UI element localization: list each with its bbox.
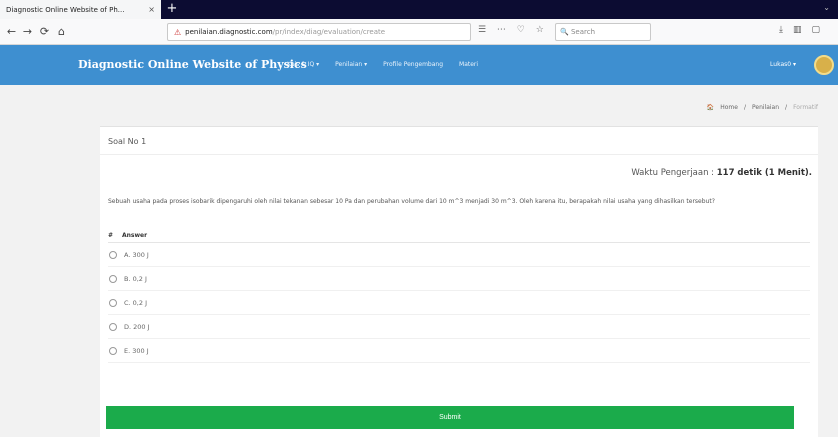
question-number: Soal No 1 (100, 127, 818, 155)
site-brand[interactable]: Diagnostic Online Website of Physics (78, 58, 307, 71)
avatar[interactable] (814, 55, 834, 75)
answer-option-d[interactable]: D. 200 J (108, 315, 810, 339)
nav-link-materi[interactable]: Materi (459, 61, 478, 68)
answer-option-c[interactable]: C. 0,2 J (108, 291, 810, 315)
answer-label: C. 0,2 J (124, 298, 147, 307)
question-card: Soal No 1 Waktu Pengerjaan : 117 detik (… (100, 126, 818, 437)
search-input[interactable]: 🔍 Search (555, 23, 651, 41)
search-placeholder: Search (570, 28, 596, 36)
nav-link-kuis[interactable]: Kuis & IQ ▾ (287, 61, 319, 68)
nav-link-profile[interactable]: Profile Pengembang (383, 61, 443, 68)
breadcrumb: 🏠 Home / Penilaian / Formatif (707, 104, 818, 111)
forward-icon[interactable]: → (20, 24, 35, 39)
app-navbar: Diagnostic Online Website of Physics Kui… (0, 45, 838, 85)
radio-button[interactable] (109, 250, 117, 259)
tab-overflow-icon[interactable]: ⌄ (823, 3, 830, 12)
answer-header-label: Answer (122, 232, 148, 239)
reload-icon[interactable]: ⟳ (37, 24, 52, 39)
page-actions-icons[interactable]: ☰ ⋯ ♡ ☆ (478, 25, 548, 35)
home-breadcrumb-icon[interactable]: 🏠 (707, 104, 714, 111)
browser-tab-bar: Diagnostic Online Website of Ph... × + ⌄ (0, 0, 838, 19)
radio-button[interactable] (109, 298, 117, 307)
radio-button[interactable] (109, 274, 117, 283)
answer-label: A. 300 J (124, 250, 149, 259)
answer-option-e[interactable]: E. 300 J (108, 339, 810, 363)
new-tab-button[interactable]: + (164, 1, 180, 17)
timer-label: Waktu Pengerjaan : (631, 168, 717, 178)
timer-value: 117 detik (1 Menit). (716, 168, 812, 178)
nav-links: Kuis & IQ ▾ Penilaian ▾ Profile Pengemba… (287, 61, 478, 68)
answer-header-hash: # (108, 232, 114, 239)
tab-title: Diagnostic Online Website of Ph... (6, 5, 125, 14)
breadcrumb-separator: / (743, 104, 746, 111)
user-menu[interactable]: Lukas0 ▾ (770, 61, 796, 68)
answer-table: # Answer A. 300 J B. 0,2 J C. 0,2 J D. 2… (108, 229, 810, 363)
toolbar-right-icons[interactable]: ⤓▥▢ (779, 25, 830, 35)
nav-link-penilaian[interactable]: Penilaian ▾ (335, 61, 367, 68)
timer: Waktu Pengerjaan : 117 detik (1 Menit). (631, 168, 812, 178)
url-domain: penilaian.diagnostic.com (185, 28, 273, 36)
answer-label: B. 0,2 J (124, 274, 147, 283)
browser-tab[interactable]: Diagnostic Online Website of Ph... × (0, 0, 161, 19)
breadcrumb-separator: / (785, 104, 788, 111)
back-icon[interactable]: ← (4, 24, 19, 39)
radio-button[interactable] (109, 322, 117, 331)
submit-button[interactable]: Submit (106, 406, 794, 429)
insecure-lock-icon[interactable]: ⚠ (174, 28, 181, 37)
browser-toolbar: ← → ⟳ ⌂ ⚠ penilaian.diagnostic.com /pr/i… (0, 19, 838, 45)
breadcrumb-section[interactable]: Penilaian (752, 104, 779, 111)
answer-option-b[interactable]: B. 0,2 J (108, 267, 810, 291)
url-bar[interactable]: ⚠ penilaian.diagnostic.com /pr/index/dia… (167, 23, 471, 41)
radio-button[interactable] (109, 346, 117, 355)
answer-option-a[interactable]: A. 300 J (108, 243, 810, 267)
answer-table-header: # Answer (108, 229, 810, 243)
answer-label: E. 300 J (124, 346, 149, 355)
url-path: /pr/index/diag/evaluation/create (272, 28, 386, 36)
question-text: Sebuah usaha pada proses isobarik dipeng… (108, 198, 715, 205)
home-icon[interactable]: ⌂ (54, 24, 69, 39)
breadcrumb-current: Formatif (793, 104, 818, 111)
breadcrumb-home[interactable]: Home (720, 104, 738, 111)
close-tab-icon[interactable]: × (148, 5, 155, 14)
answer-label: D. 200 J (124, 322, 150, 331)
